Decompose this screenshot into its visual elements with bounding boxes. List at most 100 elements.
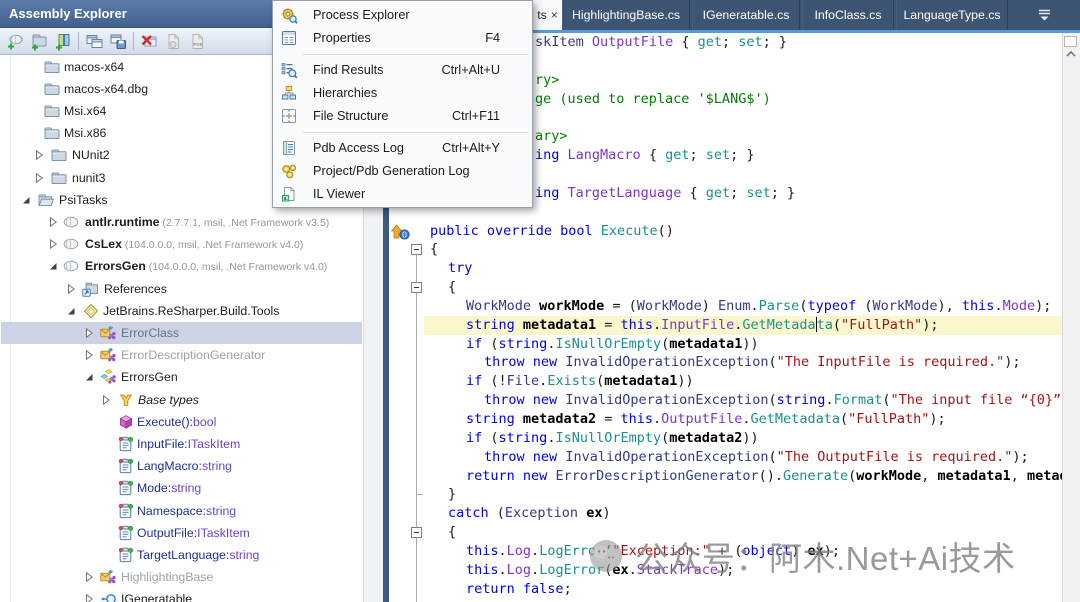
expanded-arrow-icon[interactable] bbox=[65, 305, 77, 317]
menu-shortcut: Ctrl+F11 bbox=[452, 105, 500, 128]
assembly-icon bbox=[63, 236, 79, 252]
tab-active-fragment[interactable]: ts × bbox=[533, 0, 562, 30]
property-icon bbox=[118, 480, 134, 496]
menu-item-process-explorer[interactable]: Process Explorer bbox=[273, 4, 532, 27]
tree-item-igeneratable[interactable]: IGeneratable bbox=[1, 588, 362, 602]
tab-label: LanguageType.cs bbox=[903, 8, 1000, 22]
find-results-icon bbox=[281, 62, 298, 79]
code-line: ry> bbox=[535, 71, 559, 90]
code-line: throw new InvalidOperationException(stri… bbox=[484, 391, 1062, 410]
process-explorer-icon bbox=[281, 7, 298, 24]
collapsed-arrow-icon[interactable] bbox=[65, 283, 77, 295]
menu-item-properties[interactable]: PropertiesF4 bbox=[273, 27, 532, 50]
tree-item-outputfile[interactable]: OutputFile:ITaskItem bbox=[1, 522, 362, 544]
menu-item-il-viewer[interactable]: ILIL Viewer bbox=[273, 183, 532, 206]
property-icon bbox=[118, 525, 134, 541]
menu-item-label: Hierarchies bbox=[313, 82, 377, 105]
tree-item-label: LangMacro:string bbox=[137, 455, 232, 477]
tree-item-antlr-runtime[interactable]: antlr.runtime (2.7.7.1, msil, .Net Frame… bbox=[1, 211, 362, 233]
tree-item-label: CsLex (104.0.0.0, msil, .Net Framework v… bbox=[85, 233, 303, 255]
collapsed-arrow-icon[interactable] bbox=[33, 172, 45, 184]
folder-icon bbox=[51, 170, 67, 186]
collapsed-arrow-icon[interactable] bbox=[47, 238, 59, 250]
tree-item-label: nunit3 bbox=[72, 167, 106, 189]
fold-guide-line bbox=[416, 249, 417, 602]
collapsed-arrow-icon[interactable] bbox=[100, 394, 112, 406]
tree-item-highlightingbase[interactable]: HighlightingBase bbox=[1, 566, 362, 588]
class-alt-icon bbox=[100, 369, 116, 385]
pdb-access-log-icon bbox=[281, 140, 297, 156]
expanded-arrow-icon[interactable] bbox=[47, 260, 59, 272]
menu-item-project-pdb-generation-log[interactable]: Project/Pdb Generation Log bbox=[273, 160, 532, 183]
tree-item-errorclass[interactable]: ErrorClass bbox=[1, 322, 362, 344]
project-pdb-generation-log-icon bbox=[281, 163, 298, 180]
tree-item-namespace[interactable]: Namespace:string bbox=[1, 500, 362, 522]
tree-item-label: macos-x64 bbox=[64, 56, 124, 78]
tree-item-base-types[interactable]: Base types bbox=[1, 389, 362, 411]
tab-close-icon[interactable]: × bbox=[551, 9, 558, 21]
tree-item-cslex[interactable]: CsLex (104.0.0.0, msil, .Net Framework v… bbox=[1, 233, 362, 255]
overrides-gutter-icon[interactable]: 0 bbox=[390, 223, 410, 240]
tab-infoclass-cs[interactable]: InfoClass.cs bbox=[802, 0, 894, 30]
collapsed-arrow-icon[interactable] bbox=[83, 571, 95, 583]
tree-item-errordescriptiongenerator[interactable]: ErrorDescriptionGenerator bbox=[1, 344, 362, 366]
tree-item-jetbrains-resharper-build-tools[interactable]: JetBrains.ReSharper.Build.Tools bbox=[1, 300, 362, 322]
menu-item-pdb-access-log[interactable]: Pdb Access LogCtrl+Alt+Y bbox=[273, 137, 532, 160]
tree-item-label: OutputFile:ITaskItem bbox=[137, 522, 250, 544]
tab-label: IGeneratable.cs bbox=[703, 8, 790, 22]
tab-igeneratable-cs[interactable]: IGeneratable.cs bbox=[692, 0, 800, 30]
tree-item-label: Base types bbox=[138, 389, 199, 411]
expanded-arrow-icon[interactable] bbox=[20, 194, 32, 206]
code-line: string metadata2 = this.OutputFile.GetMe… bbox=[466, 410, 946, 429]
scrollbar-splitter-box[interactable] bbox=[1064, 36, 1077, 47]
editor-scrollbar[interactable] bbox=[1062, 33, 1080, 602]
tree-item-label: ErrorClass bbox=[121, 322, 179, 344]
collapsed-arrow-icon[interactable] bbox=[83, 327, 95, 339]
tab-highlightingbase-cs[interactable]: HighlightingBase.cs bbox=[562, 0, 690, 30]
code-line: { bbox=[448, 523, 456, 542]
tree-item-execute[interactable]: Execute():bool bbox=[1, 411, 362, 433]
svg-text:IL: IL bbox=[284, 196, 288, 202]
namespace-icon bbox=[83, 303, 99, 319]
expanded-arrow-icon[interactable] bbox=[83, 371, 95, 383]
property-icon bbox=[118, 436, 134, 452]
menu-item-hierarchies[interactable]: Hierarchies bbox=[273, 82, 532, 105]
collapsed-arrow-icon[interactable] bbox=[83, 349, 95, 361]
folder-icon bbox=[51, 147, 67, 163]
collapsed-arrow-icon[interactable] bbox=[47, 216, 59, 228]
tree-item-errorsgen[interactable]: ErrorsGen (104.0.0.0, msil, .Net Framewo… bbox=[1, 255, 362, 277]
tree-item-errorsgen[interactable]: ErrorsGen bbox=[1, 366, 362, 388]
tree-item-label: Msi.x64 bbox=[64, 100, 106, 122]
code-line: try bbox=[448, 259, 472, 278]
tree-item-targetlanguage[interactable]: TargetLanguage:string bbox=[1, 544, 362, 566]
tab-list-icon[interactable] bbox=[1037, 8, 1052, 22]
menu-item-file-structure[interactable]: File StructureCtrl+F11 bbox=[273, 105, 532, 128]
tree-item-label: Msi.x86 bbox=[64, 122, 106, 144]
tree-item-inputfile[interactable]: InputFile:ITaskItem bbox=[1, 433, 362, 455]
folder-icon bbox=[44, 103, 60, 119]
menu-item-find-results[interactable]: Find ResultsCtrl+Alt+U bbox=[273, 59, 532, 82]
scrollbar-up-arrow-icon[interactable] bbox=[1065, 50, 1077, 58]
code-line: skItem OutputFile { get; set; } bbox=[535, 33, 787, 52]
tree-item-label: ErrorsGen bbox=[121, 366, 178, 388]
menu-item-label: Process Explorer bbox=[313, 4, 410, 27]
collapsed-arrow-icon[interactable] bbox=[33, 149, 45, 161]
folder-icon bbox=[44, 81, 60, 97]
fold-collapse-button[interactable] bbox=[411, 527, 422, 538]
fold-collapse-button[interactable] bbox=[411, 244, 422, 255]
code-line: if (string.IsNullOrEmpty(metadata1)) bbox=[466, 335, 759, 354]
fold-end-tick bbox=[417, 494, 423, 495]
tab-languagetype-cs[interactable]: LanguageType.cs bbox=[896, 0, 1008, 30]
fold-collapse-button[interactable] bbox=[411, 282, 422, 293]
context-menu: Process ExplorerPropertiesF4 Find Results… bbox=[272, 0, 533, 208]
collapsed-arrow-icon[interactable] bbox=[83, 593, 95, 602]
menu-shortcut: F4 bbox=[485, 27, 500, 50]
tree-item-mode[interactable]: Mode:string bbox=[1, 477, 362, 499]
tree-item-label: antlr.runtime (2.7.7.1, msil, .Net Frame… bbox=[85, 211, 329, 233]
menu-item-label: Project/Pdb Generation Log bbox=[313, 160, 470, 183]
references-icon bbox=[82, 281, 98, 297]
tree-item-langmacro[interactable]: LangMacro:string bbox=[1, 455, 362, 477]
code-line: public override bool Execute() bbox=[430, 222, 674, 241]
tree-item-references[interactable]: References bbox=[1, 278, 362, 300]
code-line: this.Log.LogError(ex.StackTrace); bbox=[466, 561, 734, 580]
